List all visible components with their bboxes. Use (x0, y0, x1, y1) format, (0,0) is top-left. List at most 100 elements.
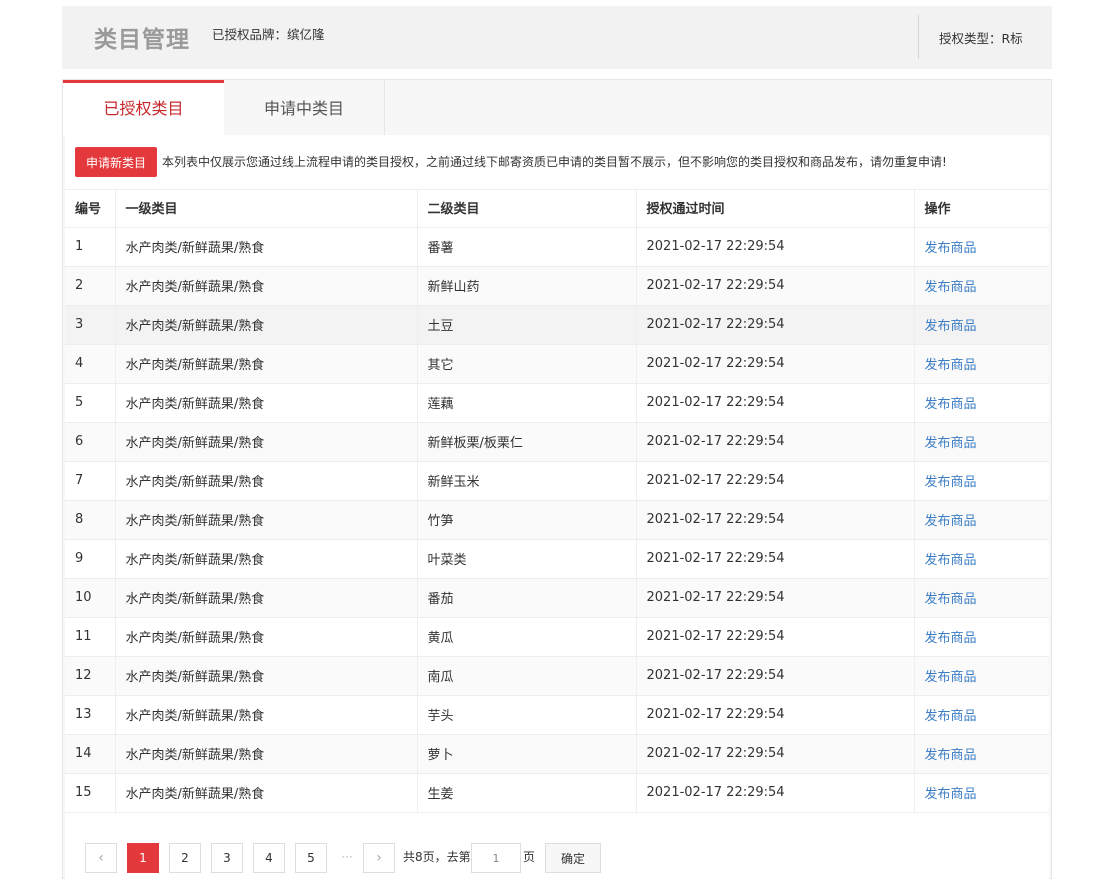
publish-product-link[interactable]: 发布商品 (925, 631, 977, 646)
cell-level1-category: 水产肉类/新鲜蔬果/熟食 (115, 656, 418, 696)
cell-level2-category: 番茄 (417, 578, 637, 618)
cell-level2-category: 番薯 (417, 227, 637, 267)
next-page-button[interactable]: › (363, 843, 395, 873)
publish-product-link[interactable]: 发布商品 (925, 709, 977, 724)
cell-level1-category: 水产肉类/新鲜蔬果/熟食 (115, 383, 418, 423)
cell-level1-category: 水产肉类/新鲜蔬果/熟食 (115, 422, 418, 462)
cell-action: 发布商品 (914, 539, 1049, 579)
publish-product-link[interactable]: 发布商品 (925, 241, 977, 256)
cell-action: 发布商品 (914, 656, 1049, 696)
cell-approval-time: 2021-02-17 22:29:54 (636, 422, 915, 462)
cell-action: 发布商品 (914, 695, 1049, 735)
notice-text: 本列表中仅展示您通过线上流程申请的类目授权，之前通过线下邮寄资质已申请的类目暂不… (162, 155, 947, 169)
cell-action: 发布商品 (914, 461, 1049, 501)
cell-action: 发布商品 (914, 344, 1049, 384)
cell-id: 7 (65, 461, 116, 501)
cell-level2-category: 萝卜 (417, 734, 637, 774)
cell-approval-time: 2021-02-17 22:29:54 (636, 617, 915, 657)
authorized-category-table: 编号 一级类目 二级类目 授权通过时间 操作 1 水产肉类/新鲜蔬果/熟食 番薯 20… (65, 189, 1049, 813)
column-header-level1: 一级类目 (115, 189, 418, 228)
table-row: 3 水产肉类/新鲜蔬果/熟食 土豆 2021-02-17 22:29:54 发布商品 (65, 305, 1049, 345)
cell-id: 8 (65, 500, 116, 540)
cell-action: 发布商品 (914, 305, 1049, 345)
publish-product-link[interactable]: 发布商品 (925, 787, 977, 802)
cell-level1-category: 水产肉类/新鲜蔬果/熟食 (115, 539, 418, 579)
cell-level2-category: 新鲜玉米 (417, 461, 637, 501)
publish-product-link[interactable]: 发布商品 (925, 475, 977, 490)
prev-page-button[interactable]: ‹ (85, 843, 117, 873)
cell-action: 发布商品 (914, 227, 1049, 267)
cell-level1-category: 水产肉类/新鲜蔬果/熟食 (115, 695, 418, 735)
page-button-1[interactable]: 1 (127, 843, 159, 873)
table-header-row: 编号 一级类目 二级类目 授权通过时间 操作 (65, 189, 1049, 228)
cell-level2-category: 南瓜 (417, 656, 637, 696)
page-header: 类目管理 已授权品牌：缤亿隆 授权类型：R标 (62, 6, 1052, 69)
page-button-5[interactable]: 5 (295, 843, 327, 873)
cell-level2-category: 新鲜板栗/板栗仁 (417, 422, 637, 462)
table-row: 9 水产肉类/新鲜蔬果/熟食 叶菜类 2021-02-17 22:29:54 发布商品 (65, 539, 1049, 579)
cell-level1-category: 水产肉类/新鲜蔬果/熟食 (115, 500, 418, 540)
cell-level2-category: 竹笋 (417, 500, 637, 540)
cell-id: 6 (65, 422, 116, 462)
page-button-2[interactable]: 2 (169, 843, 201, 873)
page-button-4[interactable]: 4 (253, 843, 285, 873)
cell-id: 15 (65, 773, 116, 813)
cell-approval-time: 2021-02-17 22:29:54 (636, 266, 915, 306)
total-pages-text: 共8页，去第 (403, 850, 471, 864)
goto-page-confirm-button[interactable]: 确定 (545, 843, 601, 873)
table-row: 11 水产肉类/新鲜蔬果/熟食 黄瓜 2021-02-17 22:29:54 发布商品 (65, 617, 1049, 657)
cell-action: 发布商品 (914, 578, 1049, 618)
cell-level2-category: 黄瓜 (417, 617, 637, 657)
table-row: 13 水产肉类/新鲜蔬果/熟食 芋头 2021-02-17 22:29:54 发布商品 (65, 695, 1049, 735)
table-row: 1 水产肉类/新鲜蔬果/熟食 番薯 2021-02-17 22:29:54 发布商品 (65, 227, 1049, 267)
cell-approval-time: 2021-02-17 22:29:54 (636, 695, 915, 735)
publish-product-link[interactable]: 发布商品 (925, 397, 977, 412)
page-suffix-text: 页 (523, 850, 536, 864)
tab-pending-categories[interactable]: 申请中类目 (224, 80, 385, 135)
cell-action: 发布商品 (914, 266, 1049, 306)
cell-approval-time: 2021-02-17 22:29:54 (636, 344, 915, 384)
cell-level1-category: 水产肉类/新鲜蔬果/熟食 (115, 305, 418, 345)
publish-product-link[interactable]: 发布商品 (925, 670, 977, 685)
table-row: 8 水产肉类/新鲜蔬果/熟食 竹笋 2021-02-17 22:29:54 发布商品 (65, 500, 1049, 540)
cell-level2-category: 新鲜山药 (417, 266, 637, 306)
apply-new-category-button[interactable]: 申请新类目 (75, 147, 157, 177)
cell-level1-category: 水产肉类/新鲜蔬果/熟食 (115, 734, 418, 774)
cell-id: 2 (65, 266, 116, 306)
cell-id: 1 (65, 227, 116, 267)
publish-product-link[interactable]: 发布商品 (925, 280, 977, 295)
page-title: 类目管理 (94, 27, 190, 53)
publish-product-link[interactable]: 发布商品 (925, 514, 977, 529)
publish-product-link[interactable]: 发布商品 (925, 358, 977, 373)
goto-page-input[interactable] (471, 843, 521, 873)
cell-approval-time: 2021-02-17 22:29:54 (636, 656, 915, 696)
cell-level1-category: 水产肉类/新鲜蔬果/熟食 (115, 266, 418, 306)
authorization-type-label: 授权类型：R标 (939, 31, 1023, 46)
cell-approval-time: 2021-02-17 22:29:54 (636, 539, 915, 579)
cell-level1-category: 水产肉类/新鲜蔬果/熟食 (115, 461, 418, 501)
category-tabs: 已授权类目 申请中类目 (63, 80, 1051, 135)
publish-product-link[interactable]: 发布商品 (925, 592, 977, 607)
tab-authorized-categories[interactable]: 已授权类目 (63, 80, 224, 135)
cell-id: 5 (65, 383, 116, 423)
cell-level1-category: 水产肉类/新鲜蔬果/熟食 (115, 344, 418, 384)
cell-approval-time: 2021-02-17 22:29:54 (636, 500, 915, 540)
cell-level2-category: 芋头 (417, 695, 637, 735)
cell-id: 14 (65, 734, 116, 774)
table-row: 2 水产肉类/新鲜蔬果/熟食 新鲜山药 2021-02-17 22:29:54 发布商品 (65, 266, 1049, 306)
notice-bar: 申请新类目 本列表中仅展示您通过线上流程申请的类目授权，之前通过线下邮寄资质已申… (65, 135, 1049, 190)
publish-product-link[interactable]: 发布商品 (925, 436, 977, 451)
publish-product-link[interactable]: 发布商品 (925, 553, 977, 568)
cell-level2-category: 叶菜类 (417, 539, 637, 579)
publish-product-link[interactable]: 发布商品 (925, 319, 977, 334)
table-row: 15 水产肉类/新鲜蔬果/熟食 生姜 2021-02-17 22:29:54 发布商品 (65, 773, 1049, 813)
cell-level2-category: 其它 (417, 344, 637, 384)
header-divider (918, 15, 919, 59)
cell-level1-category: 水产肉类/新鲜蔬果/熟食 (115, 773, 418, 813)
cell-level1-category: 水产肉类/新鲜蔬果/熟食 (115, 578, 418, 618)
cell-action: 发布商品 (914, 422, 1049, 462)
publish-product-link[interactable]: 发布商品 (925, 748, 977, 763)
page-button-3[interactable]: 3 (211, 843, 243, 873)
category-panel: 已授权类目 申请中类目 申请新类目 本列表中仅展示您通过线上流程申请的类目授权，… (62, 79, 1052, 880)
cell-action: 发布商品 (914, 383, 1049, 423)
